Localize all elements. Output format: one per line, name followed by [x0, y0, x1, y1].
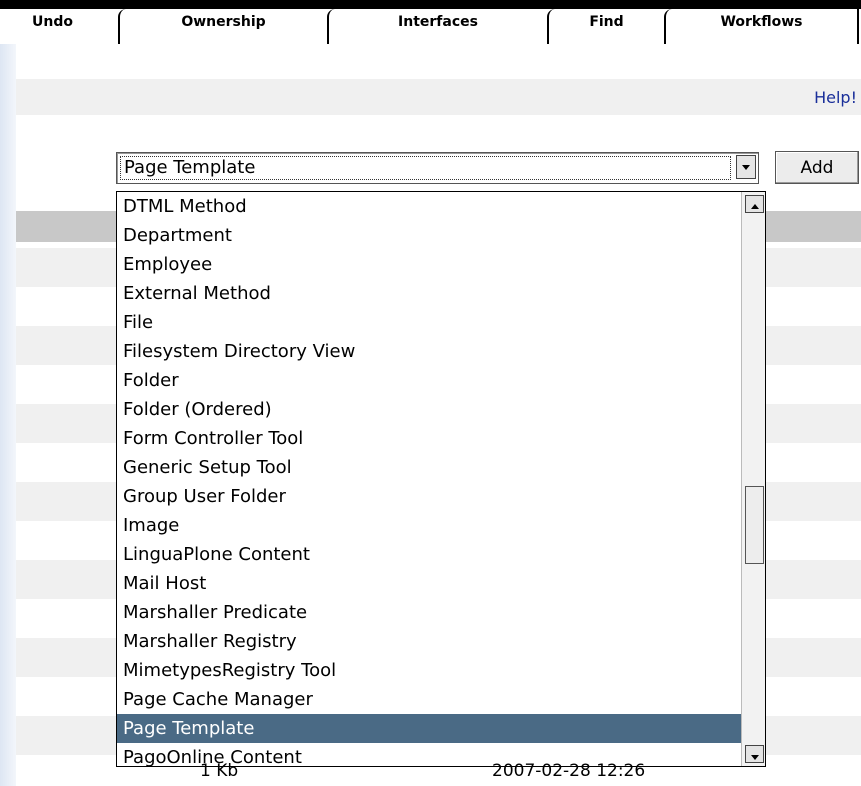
dropdown-option[interactable]: MimetypesRegistry Tool	[117, 656, 741, 685]
dropdown-option[interactable]: Generic Setup Tool	[117, 453, 741, 482]
table-row: 1 Kb 2007-02-28 12:26	[0, 761, 861, 786]
add-button[interactable]: Add	[775, 151, 859, 184]
select-dropdown-button[interactable]	[736, 155, 756, 179]
dropdown-option[interactable]: Marshaller Predicate	[117, 598, 741, 627]
dropdown-option[interactable]: DTML Method	[117, 192, 741, 221]
dropdown-option[interactable]: Marshaller Registry	[117, 627, 741, 656]
dropdown-option-selected[interactable]: Page Template	[117, 714, 741, 743]
chevron-up-icon	[751, 204, 759, 209]
dropdown-option[interactable]: Department	[117, 221, 741, 250]
tab-interfaces[interactable]: Interfaces	[327, 9, 547, 44]
scroll-down-button[interactable]	[745, 745, 764, 763]
dropdown-option[interactable]: Group User Folder	[117, 482, 741, 511]
tab-bar: Undo Ownership Interfaces Find Workflows	[0, 0, 861, 44]
dropdown-option[interactable]: Folder (Ordered)	[117, 395, 741, 424]
help-bar	[16, 79, 861, 115]
dropdown-option[interactable]: Employee	[117, 250, 741, 279]
add-type-select-value: Page Template	[124, 157, 256, 178]
dropdown-option[interactable]: Image	[117, 511, 741, 540]
dropdown-option[interactable]: Page Cache Manager	[117, 685, 741, 714]
tab-workflows[interactable]: Workflows	[664, 9, 859, 44]
dropdown-option[interactable]: Form Controller Tool	[117, 424, 741, 453]
help-link[interactable]: Help!	[814, 88, 857, 107]
tab-undo[interactable]: Undo	[16, 9, 118, 44]
left-background-strip	[0, 0, 16, 786]
dropdown-option[interactable]: Mail Host	[117, 569, 741, 598]
dropdown-scrollbar[interactable]	[741, 192, 765, 766]
dropdown-option[interactable]: External Method	[117, 279, 741, 308]
tab-bar-top-border	[0, 0, 861, 9]
scrollbar-thumb[interactable]	[745, 486, 764, 564]
file-size: 1 Kb	[200, 761, 239, 781]
add-type-select[interactable]: Page Template	[116, 152, 759, 184]
dropdown-option[interactable]: LinguaPlone Content	[117, 540, 741, 569]
chevron-down-icon	[751, 755, 759, 760]
tab-ownership[interactable]: Ownership	[118, 9, 327, 44]
dropdown-option[interactable]: Folder	[117, 366, 741, 395]
add-type-dropdown-list[interactable]: DTML Method Department Employee External…	[116, 191, 766, 767]
dropdown-option[interactable]: File	[117, 308, 741, 337]
chevron-down-icon	[742, 165, 750, 170]
dropdown-options: DTML Method Department Employee External…	[117, 192, 741, 766]
dropdown-option[interactable]: Filesystem Directory View	[117, 337, 741, 366]
modified-date: 2007-02-28 12:26	[492, 761, 646, 781]
tab-find[interactable]: Find	[547, 9, 664, 44]
scroll-up-button[interactable]	[745, 195, 764, 213]
